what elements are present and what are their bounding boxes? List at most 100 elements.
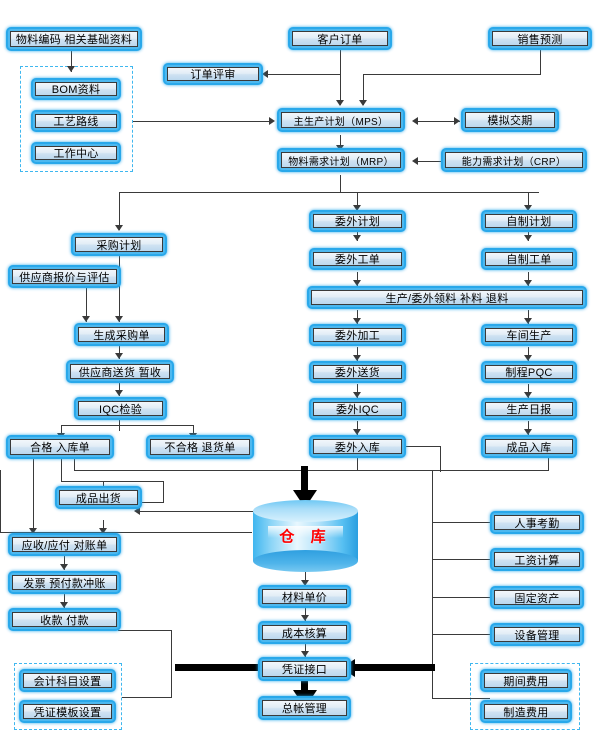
node-invoice[interactable]: 发票 预付款冲账 <box>8 571 121 594</box>
node-voucher-template[interactable]: 凭证模板设置 <box>19 700 116 723</box>
arrowhead <box>115 316 123 322</box>
node-simulate-delivery[interactable]: 模拟交期 <box>461 108 559 132</box>
node-label: 委外计划 <box>313 214 402 228</box>
connector <box>133 121 271 122</box>
node-work-center[interactable]: 工作中心 <box>31 142 121 164</box>
node-mrp[interactable]: 物料需求计划（MRP） <box>277 148 405 172</box>
connector <box>432 597 490 598</box>
node-outsource-ship[interactable]: 委外送货 <box>309 361 406 383</box>
node-order-review[interactable]: 订单评审 <box>163 63 263 85</box>
node-label: 委外加工 <box>313 328 402 342</box>
arrowhead <box>115 390 123 396</box>
connector <box>122 697 171 698</box>
cylinder-top <box>253 500 358 522</box>
node-material-code[interactable]: 物料编码 相关基础资料 <box>6 27 142 51</box>
node-workshop[interactable]: 车间生产 <box>481 324 577 346</box>
connector <box>548 458 549 471</box>
thick-connector <box>355 664 435 671</box>
connector <box>404 446 440 447</box>
arrowhead <box>60 564 68 570</box>
arrowhead <box>82 316 90 322</box>
node-bom[interactable]: BOM资料 <box>31 78 121 100</box>
node-pqc[interactable]: 制程PQC <box>481 361 577 383</box>
node-outsource-plan[interactable]: 委外计划 <box>309 210 406 232</box>
node-supplier-delivery[interactable]: 供应商送货 暂收 <box>66 360 174 383</box>
node-label: 生成采购单 <box>78 327 165 342</box>
thick-connector <box>301 466 308 492</box>
node-label: 材料单价 <box>262 589 347 604</box>
node-label: 期间费用 <box>484 673 568 688</box>
node-mps[interactable]: 主生产计划（MPS） <box>277 108 405 132</box>
arrowhead <box>359 100 367 106</box>
node-outsource-in[interactable]: 委外入库 <box>309 435 406 458</box>
node-receipt-payment[interactable]: 收款 付款 <box>8 608 121 631</box>
node-label: 制造费用 <box>484 704 568 719</box>
node-acct-subject[interactable]: 会计科目设置 <box>19 669 116 692</box>
arrowhead <box>454 117 460 125</box>
node-sales-forecast[interactable]: 销售预测 <box>488 27 592 50</box>
node-outsource-process[interactable]: 委外加工 <box>309 324 406 346</box>
node-customer-order[interactable]: 客户订单 <box>288 27 392 50</box>
node-voucher-interface[interactable]: 凭证接口 <box>258 657 351 681</box>
node-routing[interactable]: 工艺路线 <box>31 110 121 132</box>
node-inhouse-plan[interactable]: 自制计划 <box>481 210 577 232</box>
connector <box>171 630 172 675</box>
node-general-ledger[interactable]: 总帐管理 <box>258 696 351 720</box>
node-issue-material[interactable]: 生产/委外领料 补料 退料 <box>307 286 587 309</box>
node-label: 合格 入库单 <box>10 439 110 455</box>
node-fg-out[interactable]: 成品出货 <box>55 486 142 509</box>
node-label: 自制工单 <box>485 252 573 266</box>
node-cost-accounting[interactable]: 成本核算 <box>258 621 351 644</box>
connector <box>61 481 163 482</box>
node-label: 供应商送货 暂收 <box>70 364 170 379</box>
node-inhouse-order[interactable]: 自制工单 <box>481 248 577 270</box>
node-equipment[interactable]: 设备管理 <box>490 623 584 646</box>
connector <box>0 470 1 533</box>
node-crp[interactable]: 能力需求计划（CRP） <box>441 148 587 172</box>
arrowhead <box>269 117 275 125</box>
node-daily-report[interactable]: 生产日报 <box>481 398 577 420</box>
node-label: 销售预测 <box>492 31 588 46</box>
connector <box>61 425 193 426</box>
node-material-price[interactable]: 材料单价 <box>258 585 351 608</box>
node-outsource-order[interactable]: 委外工单 <box>309 248 406 270</box>
node-label: 物料需求计划（MRP） <box>281 152 401 168</box>
node-label: 采购计划 <box>75 237 163 252</box>
node-label: 工作中心 <box>35 146 117 160</box>
node-label: 委外IQC <box>313 402 402 416</box>
node-label: 制程PQC <box>485 365 573 379</box>
node-label: 生产/委外领料 补料 退料 <box>311 290 583 305</box>
node-unqualified-return[interactable]: 不合格 退货单 <box>146 435 254 459</box>
node-label: IQC检验 <box>78 401 163 416</box>
arrowhead <box>336 100 344 106</box>
node-hr-attendance[interactable]: 人事考勤 <box>490 511 584 534</box>
connector <box>74 458 75 471</box>
arrowhead <box>67 66 75 72</box>
node-supplier-quote[interactable]: 供应商报价与评估 <box>8 265 121 288</box>
node-label: 成本核算 <box>262 625 347 640</box>
arrowhead <box>115 353 123 359</box>
node-label: 主生产计划（MPS） <box>281 112 401 128</box>
node-label: 模拟交期 <box>465 112 555 128</box>
node-fixed-assets[interactable]: 固定资产 <box>490 586 584 609</box>
node-outsource-iqc[interactable]: 委外IQC <box>309 398 406 420</box>
warehouse-label: 仓 库 <box>279 528 332 546</box>
node-manufacturing-expense[interactable]: 制造费用 <box>480 700 572 723</box>
node-label: 客户订单 <box>292 31 388 46</box>
node-payroll[interactable]: 工资计算 <box>490 548 584 571</box>
connector <box>119 192 539 193</box>
node-label: 工资计算 <box>494 552 580 567</box>
node-period-expense[interactable]: 期间费用 <box>480 669 572 692</box>
node-label: 成品出货 <box>59 490 138 505</box>
node-label: 凭证模板设置 <box>23 704 112 719</box>
connector <box>432 698 490 699</box>
node-iqc[interactable]: IQC检验 <box>74 397 167 420</box>
node-fg-in[interactable]: 成品入库 <box>481 435 577 458</box>
connector <box>340 50 341 105</box>
node-label: 设备管理 <box>494 627 580 642</box>
node-create-po[interactable]: 生成采购单 <box>74 323 169 346</box>
node-ar-ap[interactable]: 应收/应付 对账单 <box>8 533 121 556</box>
node-qualified-in[interactable]: 合格 入库单 <box>6 435 114 459</box>
node-label: 人事考勤 <box>494 515 580 530</box>
node-purchase-plan[interactable]: 采购计划 <box>71 233 167 256</box>
